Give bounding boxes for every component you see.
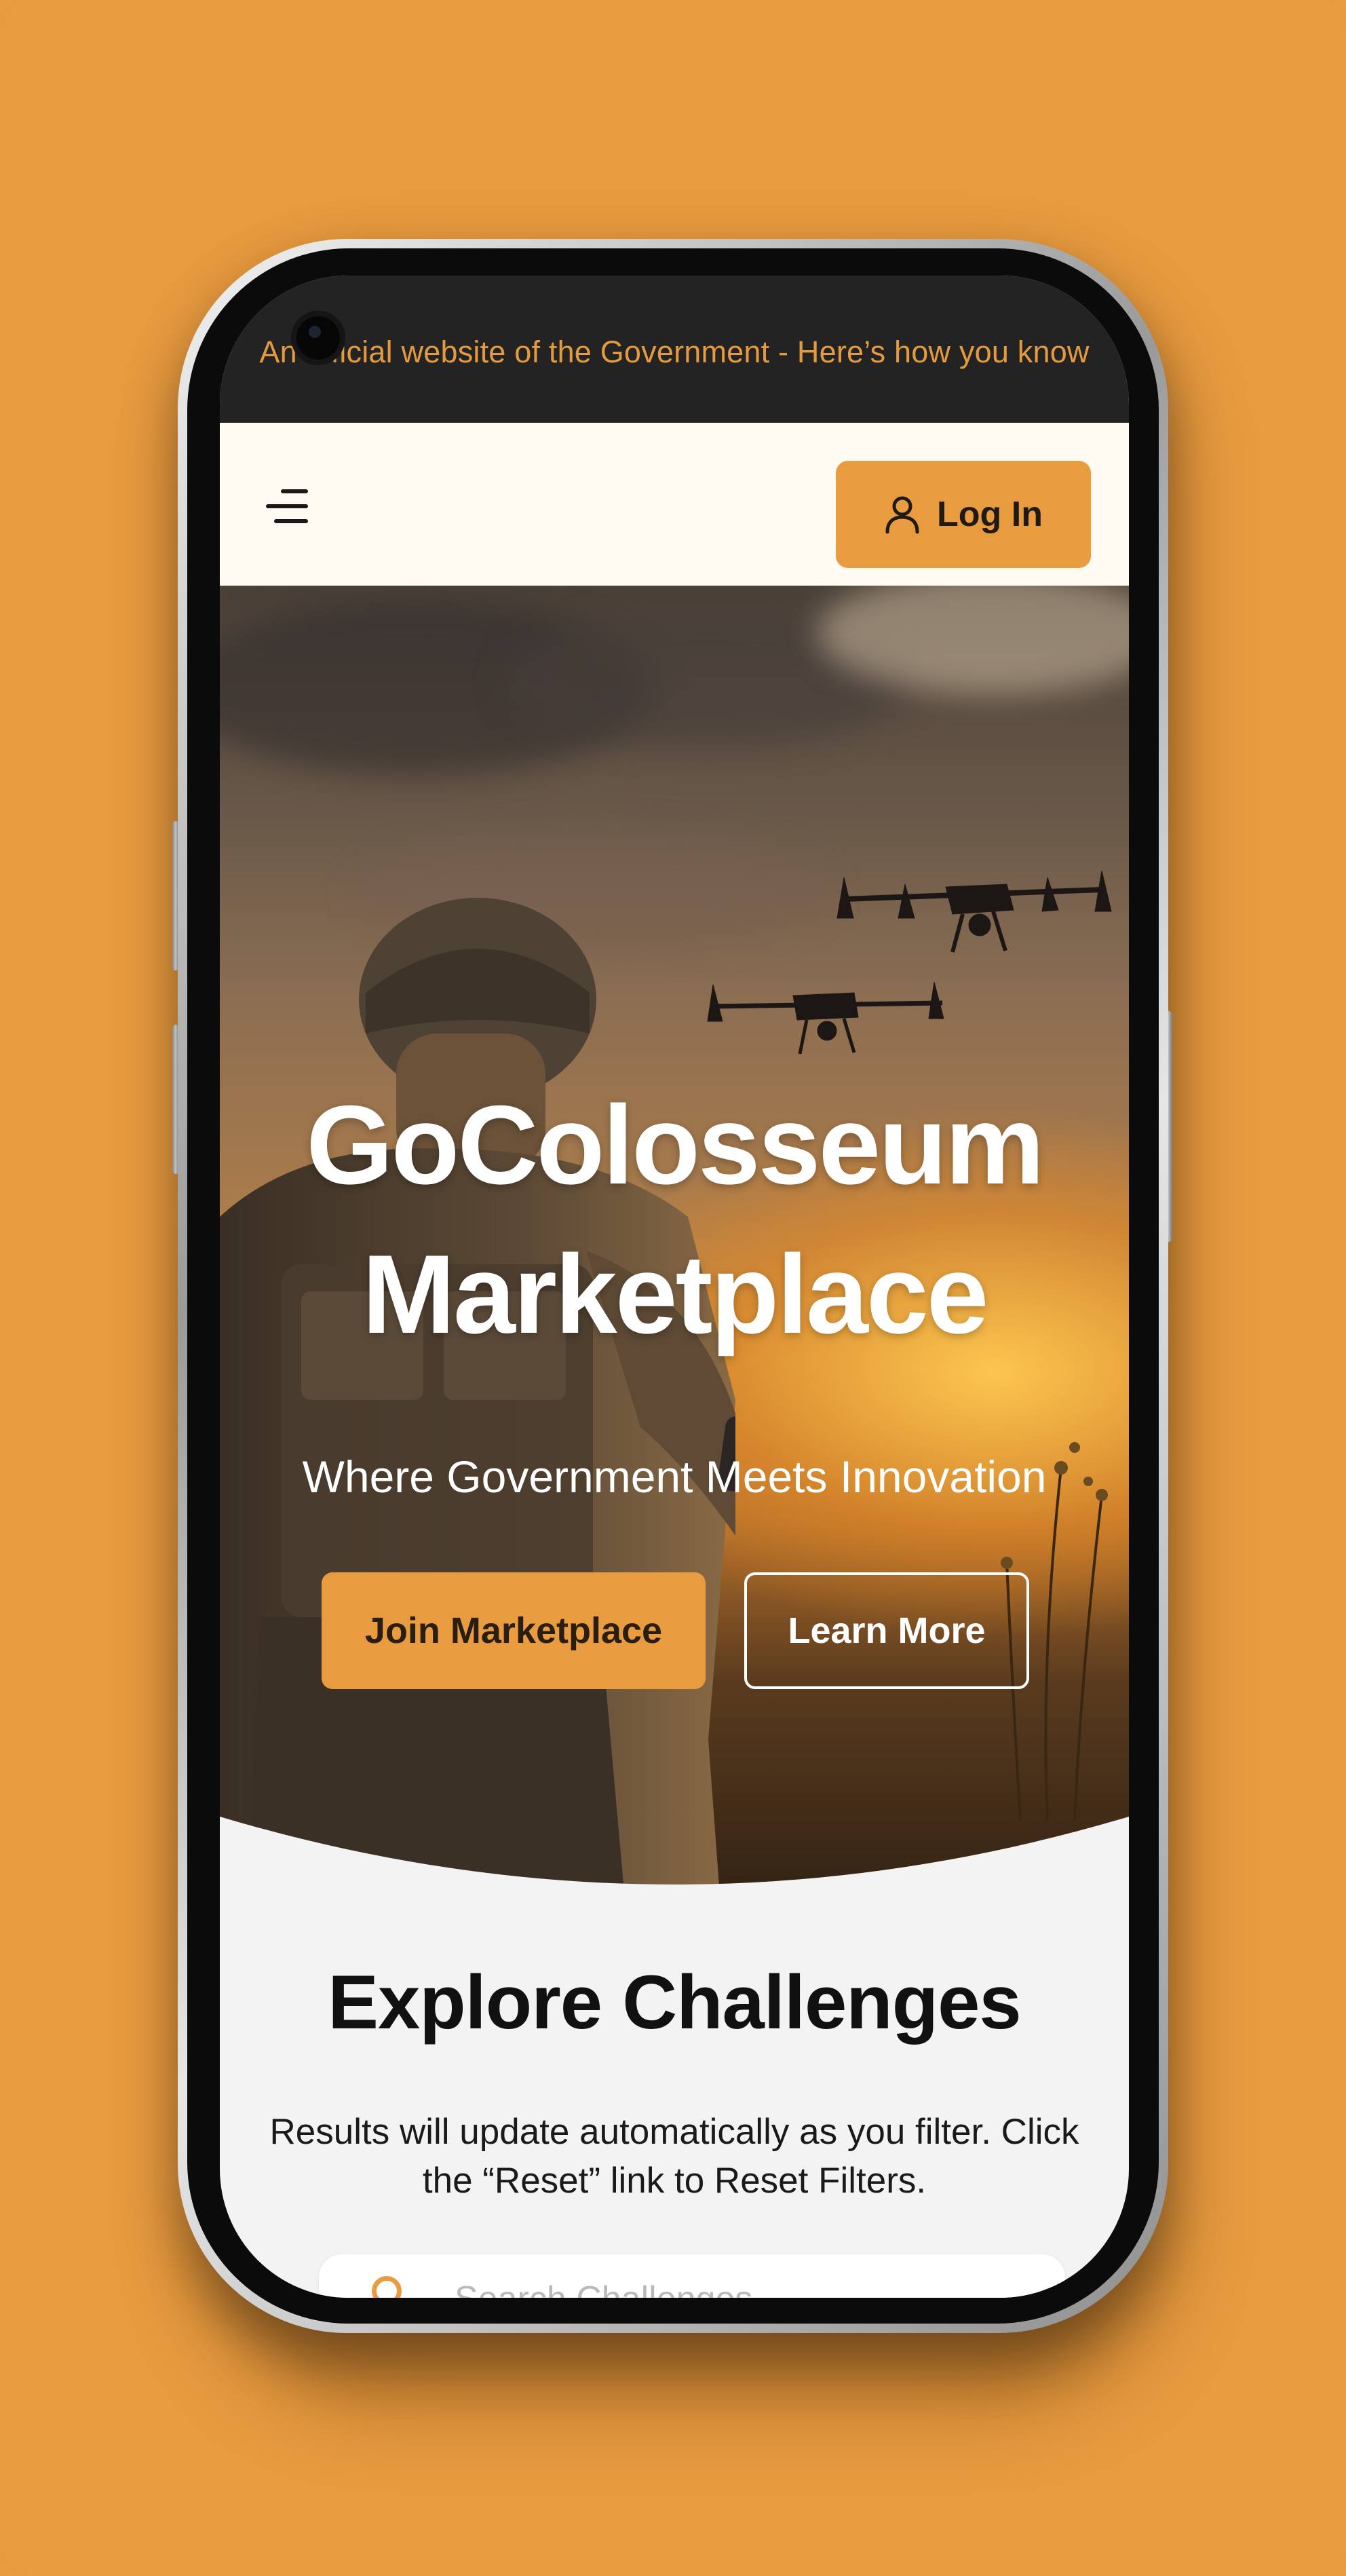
login-label: Log In (937, 495, 1043, 534)
join-marketplace-button[interactable]: Join Marketplace (322, 1572, 706, 1689)
learn-more-label: Learn More (788, 1610, 986, 1651)
search-icon (372, 2276, 402, 2298)
learn-more-button[interactable]: Learn More (744, 1572, 1029, 1689)
login-button[interactable]: Log In (836, 461, 1091, 568)
join-marketplace-label: Join Marketplace (364, 1610, 663, 1651)
drone-image (707, 981, 944, 1055)
drone-image (837, 870, 1112, 953)
phone-screen: An official website of the Government - … (220, 276, 1129, 2298)
hero-title-line1: GoColosseum (306, 1082, 1045, 1207)
search-input[interactable]: Search Challenges (319, 2254, 1065, 2298)
gov-banner-text[interactable]: An official website of the Government - … (259, 335, 1089, 370)
hamburger-menu-icon[interactable] (266, 489, 308, 530)
site-header: Log In (220, 423, 1129, 586)
search-placeholder: Search Challenges (455, 2279, 752, 2298)
gov-banner[interactable]: An official website of the Government - … (220, 276, 1129, 423)
user-icon (885, 496, 919, 534)
hero-subtitle: Where Government Meets Innovation (302, 1452, 1047, 1502)
front-camera (291, 311, 345, 365)
explore-description: Results will update automatically as you… (269, 2112, 1079, 2201)
explore-challenges-heading: Explore Challenges (328, 1960, 1021, 2045)
hero-bottom-curve (220, 1817, 1129, 1922)
hero-section: GoColosseum Marketplace Where Government… (220, 586, 1129, 1922)
hero-title-line2: Marketplace (362, 1232, 989, 1357)
